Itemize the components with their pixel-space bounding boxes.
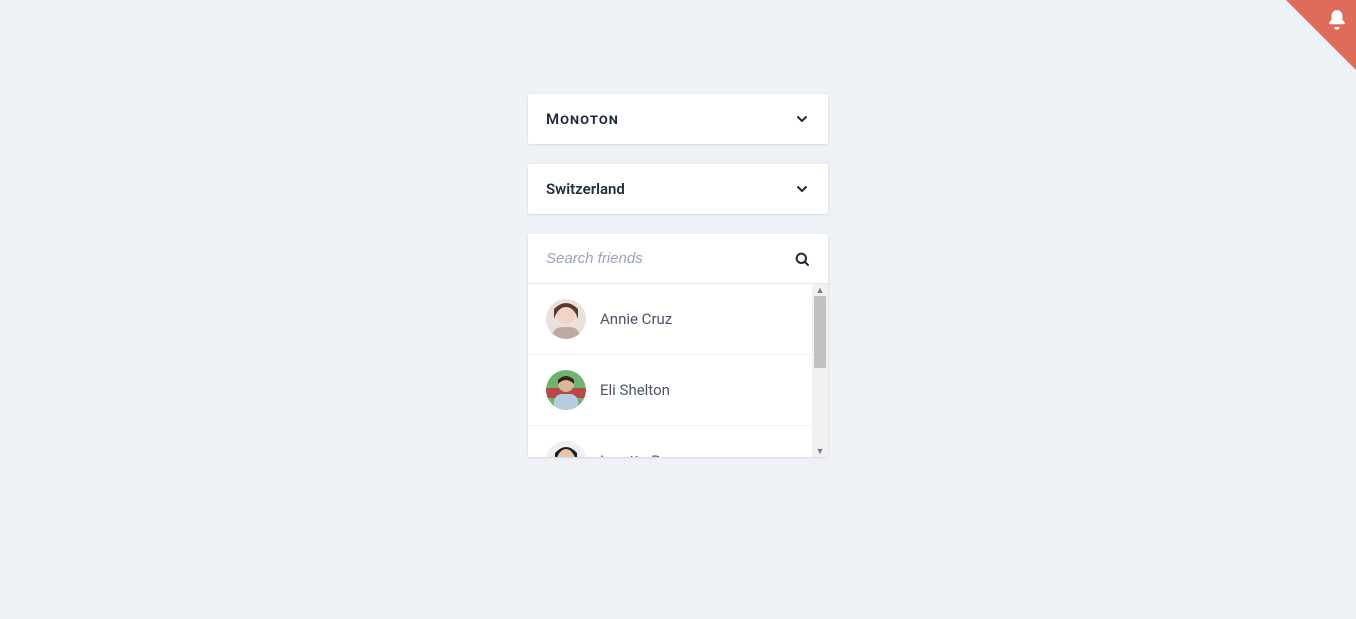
friend-search-input[interactable] xyxy=(546,250,794,267)
list-item-label: Annie Cruz xyxy=(600,310,672,328)
friend-list-wrap: Annie Cruz Eli Shelton Loretta Ramos ▲ xyxy=(528,284,828,457)
list-item[interactable]: Eli Shelton xyxy=(528,355,812,426)
avatar xyxy=(546,441,586,457)
avatar xyxy=(546,299,586,339)
search-button[interactable] xyxy=(794,251,810,267)
list-item-label: Loretta Ramos xyxy=(600,452,698,457)
friend-search-card: Annie Cruz Eli Shelton Loretta Ramos ▲ xyxy=(528,234,828,457)
list-item-label: Eli Shelton xyxy=(600,381,670,399)
list-item[interactable]: Loretta Ramos xyxy=(528,426,812,457)
friend-list[interactable]: Annie Cruz Eli Shelton Loretta Ramos xyxy=(528,284,828,457)
font-dropdown[interactable]: Monoton xyxy=(528,94,828,144)
chevron-down-icon xyxy=(794,181,810,197)
country-dropdown-label: Switzerland xyxy=(546,180,625,198)
list-item[interactable]: Annie Cruz xyxy=(528,284,812,355)
scrollbar[interactable]: ▲ ▼ xyxy=(812,284,828,457)
country-dropdown[interactable]: Switzerland xyxy=(528,164,828,214)
search-row xyxy=(528,234,828,284)
scrollbar-up-arrow[interactable]: ▲ xyxy=(812,284,828,296)
scrollbar-down-arrow[interactable]: ▼ xyxy=(812,445,828,457)
avatar xyxy=(546,370,586,410)
font-dropdown-label: Monoton xyxy=(546,110,619,128)
bell-icon xyxy=(1324,8,1350,34)
scrollbar-thumb[interactable] xyxy=(814,296,826,368)
corner-ribbon[interactable] xyxy=(1286,0,1356,70)
search-icon xyxy=(794,251,810,267)
chevron-down-icon xyxy=(794,111,810,127)
